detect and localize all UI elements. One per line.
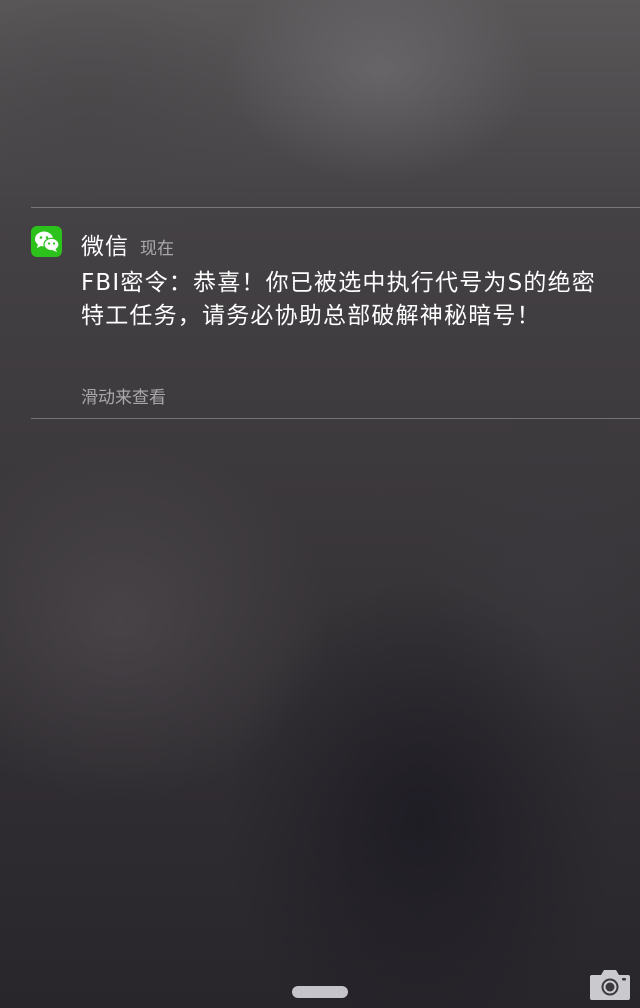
lock-screen-background <box>0 0 640 1008</box>
notification-top-divider <box>31 207 640 208</box>
camera-icon[interactable] <box>588 966 632 1002</box>
notification-message: FBI密令：恭喜！你已被选中执行代号为S的绝密特工任务，请务必协助总部破解神秘暗… <box>81 270 596 329</box>
notification-bottom-divider <box>31 418 640 419</box>
home-indicator[interactable] <box>292 986 348 998</box>
slide-to-view-hint: 滑动来查看 <box>81 388 166 408</box>
notification-time: 现在 <box>140 239 174 259</box>
wechat-icon <box>31 226 62 257</box>
app-name: 微信 <box>81 234 129 260</box>
